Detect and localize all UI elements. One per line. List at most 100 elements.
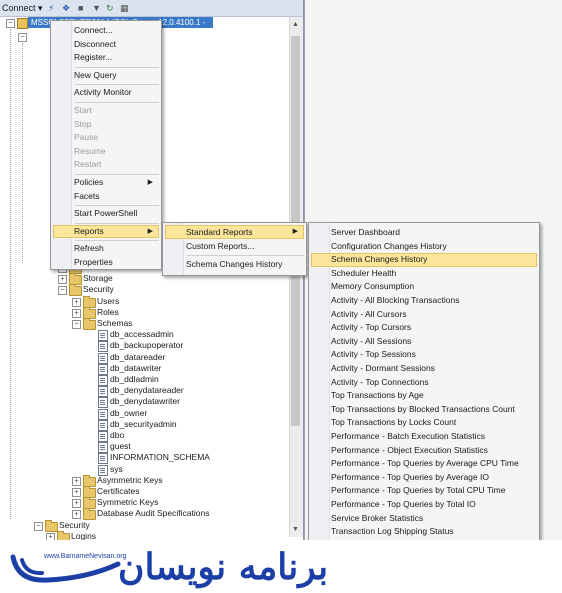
scroll-down-arrow-icon[interactable]: ▼ — [291, 525, 300, 534]
tree-node-label[interactable]: sys — [110, 464, 123, 475]
menu-item[interactable]: Activity - Dormant Sessions — [331, 362, 435, 376]
menu-item[interactable]: Facets — [74, 190, 100, 204]
menu-item[interactable]: Top Transactions by Age — [331, 389, 424, 403]
tree-node-label[interactable]: db_securityadmin — [110, 419, 177, 430]
collapse-toggle-icon[interactable]: − — [18, 33, 27, 42]
disconnect-icon[interactable]: ❖ — [62, 2, 70, 14]
menu-item[interactable]: Performance - Object Execution Statistic… — [331, 444, 488, 458]
menu-item[interactable]: Activity - Top Connections — [331, 376, 429, 390]
menu-item[interactable]: Schema Changes History — [331, 253, 427, 267]
menu-item[interactable]: Activity - All Cursors — [331, 308, 407, 322]
tree-node-label[interactable]: Schemas — [97, 318, 132, 329]
expand-toggle-icon[interactable]: − — [34, 522, 43, 531]
menu-item[interactable]: Reports — [74, 225, 104, 239]
tree-node-label[interactable]: Security — [83, 284, 114, 295]
expand-toggle-icon[interactable]: − — [72, 320, 81, 329]
tree-node-label[interactable]: db_denydatawriter — [110, 396, 180, 407]
folder-icon — [69, 284, 82, 296]
collapse-toggle-icon[interactable]: − — [6, 19, 15, 28]
menu-item[interactable]: Top Transactions by Locks Count — [331, 416, 456, 430]
menu-item[interactable]: Performance - Top Queries by Total IO — [331, 498, 476, 512]
schema-icon — [98, 409, 108, 420]
tree-node-label[interactable]: Certificates — [97, 486, 140, 497]
menu-item[interactable]: Server Dashboard — [331, 226, 400, 240]
menu-item[interactable]: Performance - Top Queries by Total CPU T… — [331, 484, 505, 498]
tree-node-label[interactable]: Asymmetric Keys — [97, 475, 163, 486]
schema-icon — [98, 420, 108, 431]
menu-item[interactable]: Activity - All Blocking Transactions — [331, 294, 460, 308]
menu-item[interactable]: Configuration Changes History — [331, 240, 447, 254]
menu-item[interactable]: Performance - Top Queries by Average CPU… — [331, 457, 519, 471]
tree-node-label[interactable]: db_datareader — [110, 352, 165, 363]
tree-node-label[interactable]: db_denydatareader — [110, 385, 184, 396]
tree-node-label[interactable]: Storage — [83, 273, 113, 284]
menu-item[interactable]: New Query — [74, 69, 117, 83]
menu-item[interactable]: Disconnect — [74, 38, 116, 52]
menu-item[interactable]: Custom Reports... — [186, 239, 255, 253]
schema-icon — [98, 431, 108, 442]
tree-node-label[interactable]: INFORMATION_SCHEMA — [110, 452, 210, 463]
connect-object-explorer-icon[interactable]: ⚡ — [48, 2, 54, 14]
menu-separator — [75, 84, 159, 86]
menu-item[interactable]: Start PowerShell — [74, 207, 137, 221]
menu-item[interactable]: Standard Reports — [186, 225, 253, 239]
expand-toggle-icon[interactable]: + — [72, 477, 81, 486]
menu-item[interactable]: Register... — [74, 51, 112, 65]
tree-node-label[interactable]: dbo — [110, 430, 124, 441]
schema-icon — [98, 364, 108, 375]
tree-node-label[interactable]: Symmetric Keys — [97, 497, 158, 508]
expand-toggle-icon[interactable]: + — [58, 275, 67, 284]
schema-icon — [98, 453, 108, 464]
expand-toggle-icon[interactable]: + — [72, 488, 81, 497]
tree-guide-line — [22, 43, 23, 263]
menu-item[interactable]: Connect... — [74, 24, 113, 38]
schema-icon — [98, 386, 108, 397]
tree-node-label[interactable]: guest — [110, 441, 131, 452]
menu-item[interactable]: Memory Consumption — [331, 280, 414, 294]
standard-reports-submenu: Server Dashboard Configuration Changes Hi… — [308, 222, 540, 542]
tree-node-label[interactable]: db_owner — [110, 408, 147, 419]
filter-icon[interactable]: ▼ — [92, 2, 101, 14]
menu-item[interactable]: Activity - Top Cursors — [331, 321, 411, 335]
tree-node-label[interactable]: Roles — [97, 307, 119, 318]
tree-guide-line — [10, 29, 11, 519]
menu-item[interactable]: Refresh — [74, 242, 104, 256]
menu-item[interactable]: Schema Changes History — [186, 257, 282, 271]
menu-item[interactable]: Policies — [74, 176, 103, 190]
menu-item[interactable]: Performance - Batch Execution Statistics — [331, 430, 485, 444]
expand-toggle-icon[interactable]: + — [72, 309, 81, 318]
menu-separator — [75, 240, 159, 242]
menu-item[interactable]: Service Broker Statistics — [331, 512, 423, 526]
stop-icon[interactable]: ■ — [78, 2, 83, 14]
expand-toggle-icon[interactable]: − — [58, 286, 67, 295]
schema-icon — [98, 375, 108, 386]
menu-item[interactable]: Properties — [74, 256, 113, 270]
expand-toggle-icon[interactable]: + — [72, 510, 81, 519]
tree-node-label[interactable]: Users — [97, 296, 119, 307]
menu-item[interactable]: Activity Monitor — [74, 86, 132, 100]
menu-item[interactable]: Scheduler Health — [331, 267, 396, 281]
expand-toggle-icon[interactable]: + — [72, 499, 81, 508]
menu-item[interactable]: Performance - Top Queries by Average IO — [331, 471, 489, 485]
tree-node-label[interactable]: db_ddladmin — [110, 374, 159, 385]
menu-item[interactable]: Top Transactions by Blocked Transactions… — [331, 403, 515, 417]
expand-toggle-icon[interactable]: + — [72, 298, 81, 307]
menu-item[interactable]: Transaction Log Shipping Status — [331, 525, 454, 539]
tree-node-label[interactable]: Security — [59, 520, 90, 531]
schema-icon — [98, 353, 108, 364]
tree-node-label[interactable]: Database Audit Specifications — [97, 508, 209, 519]
menu-item[interactable]: Activity - Top Sessions — [331, 348, 416, 362]
refresh-icon[interactable]: ↻ — [106, 2, 114, 14]
logo-text: برنامه نویسان — [118, 546, 329, 588]
scroll-up-arrow-icon[interactable]: ▲ — [291, 20, 300, 29]
tree-node-label[interactable]: db_datawriter — [110, 363, 162, 374]
connect-button[interactable]: Connect ▾ — [2, 2, 43, 14]
tree-node-label[interactable]: db_backupoperator — [110, 340, 183, 351]
activity-monitor-icon[interactable]: ▦ — [120, 2, 129, 14]
tree-node-label[interactable]: db_accessadmin — [110, 329, 174, 340]
menu-separator — [75, 66, 159, 68]
server-icon — [17, 18, 28, 29]
menu-item: Start — [74, 105, 92, 115]
schema-icon — [98, 397, 108, 408]
menu-item[interactable]: Activity - All Sessions — [331, 335, 411, 349]
